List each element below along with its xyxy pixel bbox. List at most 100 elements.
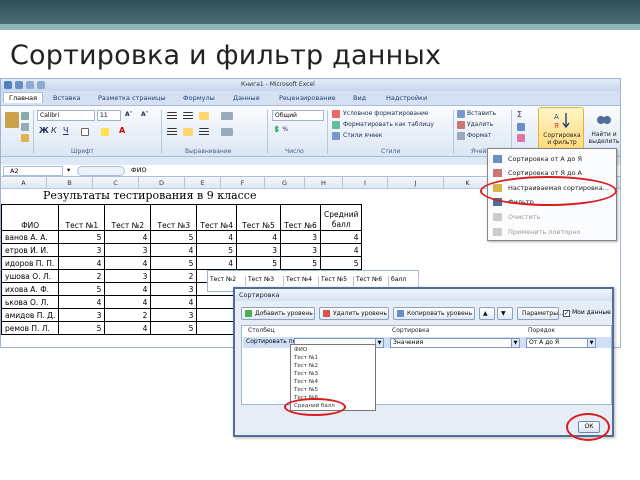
- table-cell[interactable]: 2: [104, 308, 152, 322]
- table-cell[interactable]: 4: [104, 230, 152, 244]
- align-left-icon[interactable]: [167, 128, 177, 136]
- column-header[interactable]: B: [47, 177, 93, 189]
- dropdown-option[interactable]: Тест №3: [294, 371, 318, 377]
- format-cells-icon[interactable]: [457, 132, 465, 140]
- table-cell[interactable]: 3: [58, 308, 106, 322]
- tab-page-layout[interactable]: Разметка страницы: [98, 94, 166, 102]
- fill-color-icon[interactable]: [101, 128, 109, 136]
- table-cell[interactable]: ькова О. Л.: [1, 295, 60, 309]
- conditional-format-icon[interactable]: [332, 110, 340, 118]
- column-header[interactable]: C: [93, 177, 139, 189]
- menu-item-sort-asc[interactable]: Сортировка от А до Я: [488, 152, 616, 166]
- column-header[interactable]: J: [388, 177, 444, 189]
- table-cell[interactable]: 4: [104, 256, 152, 270]
- table-header[interactable]: Тест №3: [150, 204, 198, 231]
- menu-item-clear[interactable]: Очистить: [488, 210, 616, 224]
- format-as-table-icon[interactable]: [332, 121, 340, 129]
- redo-icon[interactable]: [37, 81, 45, 89]
- align-center-icon[interactable]: [183, 128, 193, 136]
- delete-level-button[interactable]: Удалить уровень: [319, 307, 389, 320]
- delete-cells-button[interactable]: Удалить: [467, 121, 493, 128]
- table-cell[interactable]: 4: [196, 230, 238, 244]
- currency-icon[interactable]: 💲 %: [273, 126, 288, 133]
- column-header[interactable]: D: [139, 177, 185, 189]
- table-cell[interactable]: 3: [104, 243, 152, 257]
- table-cell[interactable]: 5: [236, 256, 282, 270]
- dropdown-option[interactable]: Тест №5: [294, 387, 318, 393]
- table-cell[interactable]: 3: [236, 243, 282, 257]
- headers-checkbox[interactable]: ✓: [563, 310, 570, 317]
- table-cell[interactable]: 4: [150, 295, 198, 309]
- underline-icon[interactable]: Ч: [63, 126, 68, 135]
- table-cell[interactable]: 4: [58, 256, 106, 270]
- bold-icon[interactable]: Ж: [39, 126, 49, 135]
- table-cell[interactable]: амидов П. Д.: [1, 308, 60, 322]
- table-header[interactable]: ФИО: [1, 204, 60, 231]
- column-header[interactable]: A: [1, 177, 47, 189]
- table-cell[interactable]: 4: [150, 243, 198, 257]
- name-box-dropdown-icon[interactable]: ▾: [67, 166, 70, 174]
- order-select[interactable]: От А до Я ▼: [526, 338, 596, 348]
- tab-view[interactable]: Вид: [353, 94, 366, 102]
- table-cell[interactable]: ушова О. Л.: [1, 269, 60, 283]
- table-cell[interactable]: 4: [320, 243, 363, 257]
- format-as-table-button[interactable]: Форматировать как таблицу: [343, 121, 434, 128]
- fill-icon[interactable]: [517, 123, 525, 131]
- table-cell[interactable]: 5: [150, 256, 198, 270]
- table-cell[interactable]: 3: [150, 282, 198, 296]
- grow-font-icon[interactable]: A˄: [125, 111, 133, 118]
- dropdown-option[interactable]: Тест №4: [294, 379, 318, 385]
- table-cell[interactable]: 5: [280, 256, 322, 270]
- table-cell[interactable]: 4: [104, 321, 152, 335]
- tab-review[interactable]: Рецензирование: [279, 94, 336, 102]
- save-icon[interactable]: [15, 81, 23, 89]
- insert-cells-button[interactable]: Вставить: [467, 110, 496, 117]
- table-cell[interactable]: 3: [150, 308, 198, 322]
- move-down-button[interactable]: ▼: [497, 307, 513, 320]
- align-middle-icon[interactable]: [183, 112, 193, 120]
- table-cell[interactable]: 5: [58, 282, 106, 296]
- table-cell[interactable]: 3: [104, 269, 152, 283]
- table-header[interactable]: Тест №6: [280, 204, 322, 231]
- table-cell[interactable]: 4: [58, 295, 106, 309]
- table-cell[interactable]: [196, 295, 238, 309]
- name-box[interactable]: A2: [3, 166, 63, 176]
- add-level-button[interactable]: Добавить уровень: [241, 307, 315, 320]
- tab-addins[interactable]: Надстройки: [386, 94, 427, 102]
- dropdown-option[interactable]: Тест №1: [294, 355, 318, 361]
- table-cell[interactable]: ихова А. Ф.: [1, 282, 60, 296]
- column-header[interactable]: I: [343, 177, 388, 189]
- tab-data[interactable]: Данные: [233, 94, 260, 102]
- clear-icon[interactable]: [517, 134, 525, 142]
- format-painter-icon[interactable]: [21, 134, 29, 142]
- table-cell[interactable]: 4: [320, 230, 363, 244]
- align-right-icon[interactable]: [199, 128, 209, 136]
- table-cell[interactable]: 3: [58, 243, 106, 257]
- wrap-text-icon[interactable]: [221, 112, 233, 120]
- table-header[interactable]: Средний балл: [320, 204, 363, 231]
- table-header[interactable]: Тест №2: [104, 204, 152, 231]
- table-cell[interactable]: 4: [104, 295, 152, 309]
- table-cell[interactable]: 5: [320, 256, 363, 270]
- table-cell[interactable]: 5: [196, 243, 238, 257]
- table-cell[interactable]: 2: [150, 269, 198, 283]
- table-header[interactable]: Тест №4: [196, 204, 238, 231]
- office-button-icon[interactable]: [4, 81, 12, 89]
- number-format-select[interactable]: Общий: [272, 110, 324, 121]
- table-cell[interactable]: 3: [280, 243, 322, 257]
- table-cell[interactable]: [196, 321, 238, 335]
- tab-home[interactable]: Главная: [3, 92, 44, 103]
- table-cell[interactable]: 5: [150, 321, 198, 335]
- merge-cells-icon[interactable]: [221, 128, 233, 136]
- table-cell[interactable]: 5: [58, 230, 106, 244]
- shrink-font-icon[interactable]: A˅: [141, 111, 149, 118]
- table-header[interactable]: Тест №1: [58, 204, 106, 231]
- dropdown-option[interactable]: Тест №2: [294, 363, 318, 369]
- column-header[interactable]: E: [185, 177, 221, 189]
- options-button[interactable]: Параметры...: [517, 307, 564, 320]
- column-header[interactable]: G: [265, 177, 305, 189]
- borders-icon[interactable]: [81, 128, 89, 136]
- sort-on-select[interactable]: Значения ▼: [390, 338, 520, 348]
- cut-icon[interactable]: [21, 112, 29, 120]
- font-size-select[interactable]: 11: [97, 110, 121, 121]
